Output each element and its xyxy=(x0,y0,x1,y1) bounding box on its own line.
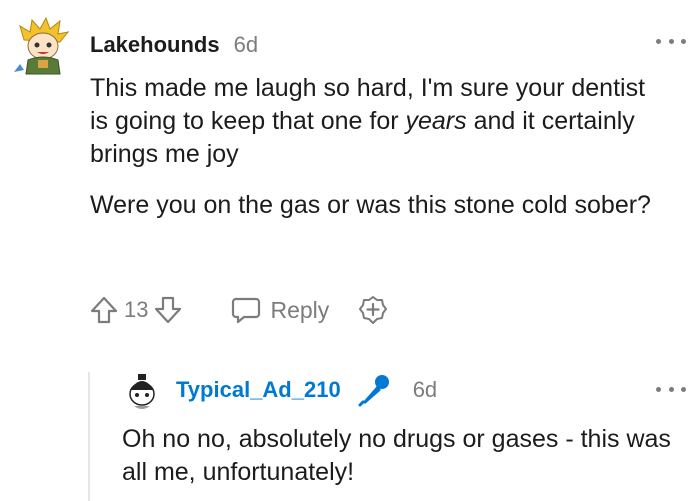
comment-username[interactable]: Lakehounds xyxy=(90,32,220,58)
comment-paragraph-2: Were you on the gas or was this stone co… xyxy=(90,191,651,219)
more-dots-icon[interactable] xyxy=(656,384,686,394)
thread-line xyxy=(88,372,90,501)
arrow-down-icon[interactable] xyxy=(152,294,184,326)
reply-button[interactable]: Reply xyxy=(230,294,329,326)
comment-paragraph-1: This made me laugh so hard, I'm sure you… xyxy=(90,74,646,168)
comment-body: This made me laugh so hard, I'm sure you… xyxy=(90,72,670,240)
reply-label: Reply xyxy=(270,296,330,323)
reply-timestamp: 6d xyxy=(412,377,438,402)
reply-text: Oh no no, absolutely no drugs or gases -… xyxy=(122,425,671,486)
user-avatar[interactable] xyxy=(10,14,74,78)
reply-user-avatar[interactable] xyxy=(120,368,164,412)
microphone-icon xyxy=(358,375,389,407)
comment-actions: 13 Reply xyxy=(88,290,389,330)
comment-timestamp: 6d xyxy=(233,32,259,57)
vote-count: 13 xyxy=(124,297,149,322)
plus-award-icon[interactable] xyxy=(357,294,389,326)
reply-meta: Typical_Ad_210 6d xyxy=(176,375,438,407)
emphasis: years xyxy=(405,107,467,135)
reply-username[interactable]: Typical_Ad_210 xyxy=(176,377,341,403)
arrow-up-icon[interactable] xyxy=(88,294,120,326)
comment-meta: Lakehounds 6d xyxy=(90,30,258,60)
more-dots-icon[interactable] xyxy=(656,36,686,46)
speech-bubble-icon xyxy=(232,297,261,324)
reply-body: Oh no no, absolutely no drugs or gases -… xyxy=(122,423,682,489)
